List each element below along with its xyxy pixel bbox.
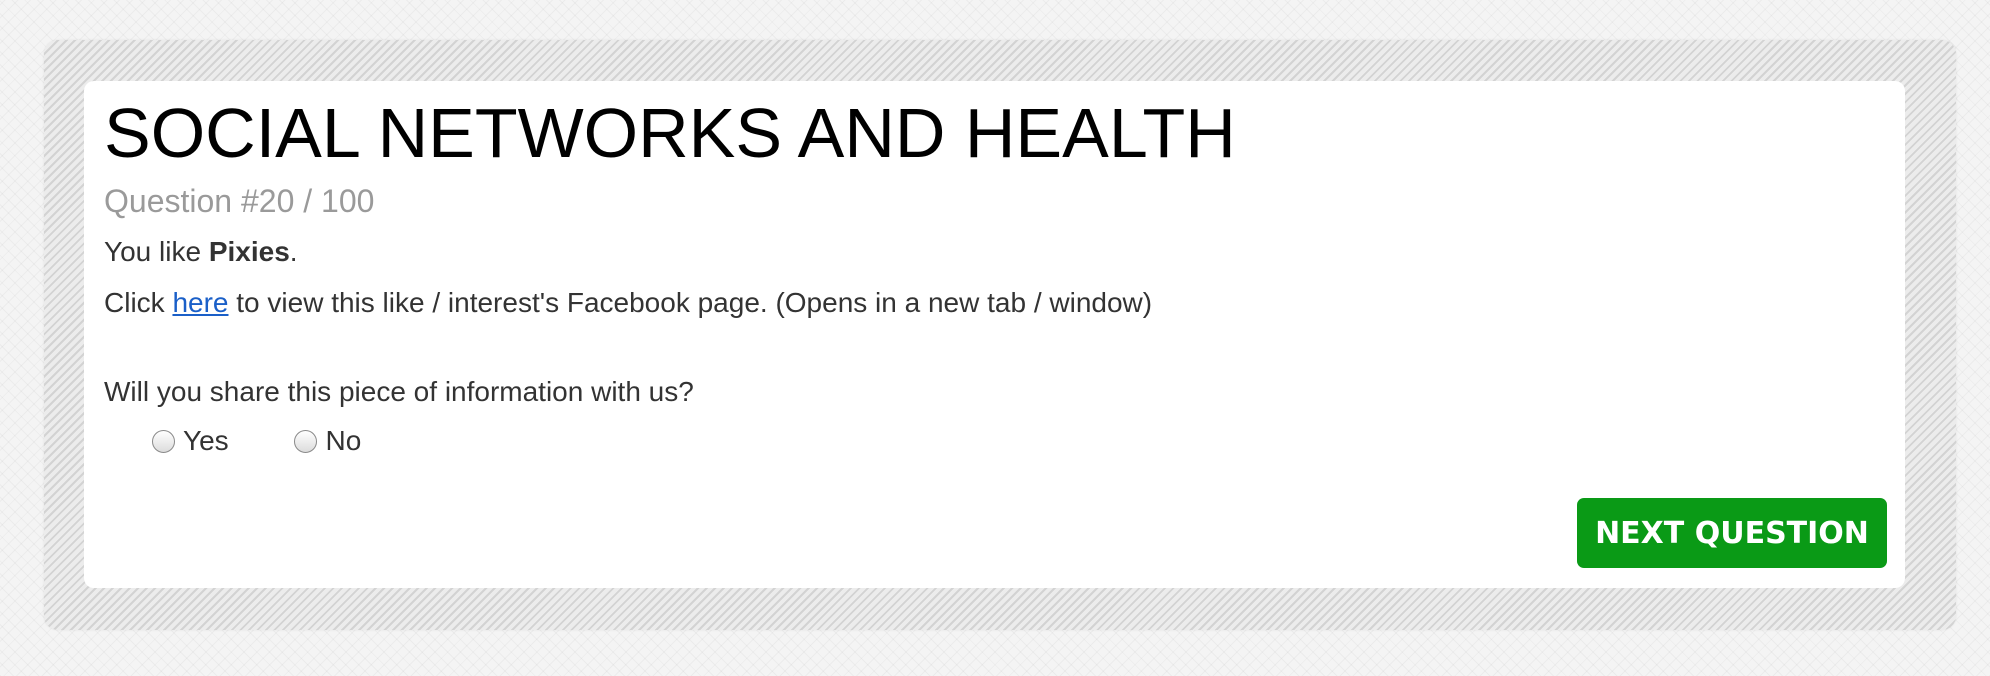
facebook-page-link[interactable]: here xyxy=(172,287,228,318)
option-yes-label: Yes xyxy=(183,425,229,456)
share-question: Will you share this piece of information… xyxy=(104,376,694,407)
like-suffix: . xyxy=(289,236,298,267)
like-statement: You like Pixies. xyxy=(104,236,298,268)
like-prefix: You like xyxy=(104,236,209,267)
question-counter: Question #20 / 100 xyxy=(104,183,375,219)
page-title: SOCIAL NETWORKS AND HEALTH xyxy=(104,94,1236,172)
next-question-button[interactable]: NEXT QUESTION xyxy=(1577,498,1887,568)
option-no[interactable]: No xyxy=(294,425,361,457)
no-radio[interactable] xyxy=(294,429,318,453)
click-suffix: to view this like / interest's Facebook … xyxy=(228,287,1153,318)
yes-radio[interactable] xyxy=(152,429,175,453)
facebook-link-line: Click here to view this like / interest'… xyxy=(104,287,1152,319)
option-no-label: No xyxy=(325,425,362,456)
click-prefix: Click xyxy=(104,287,173,318)
answer-options: Yes No xyxy=(152,425,419,460)
like-name: Pixies xyxy=(208,236,290,267)
question-card: SOCIAL NETWORKS AND HEALTH Question #20 … xyxy=(84,81,1905,588)
option-yes[interactable]: Yes xyxy=(152,425,229,457)
